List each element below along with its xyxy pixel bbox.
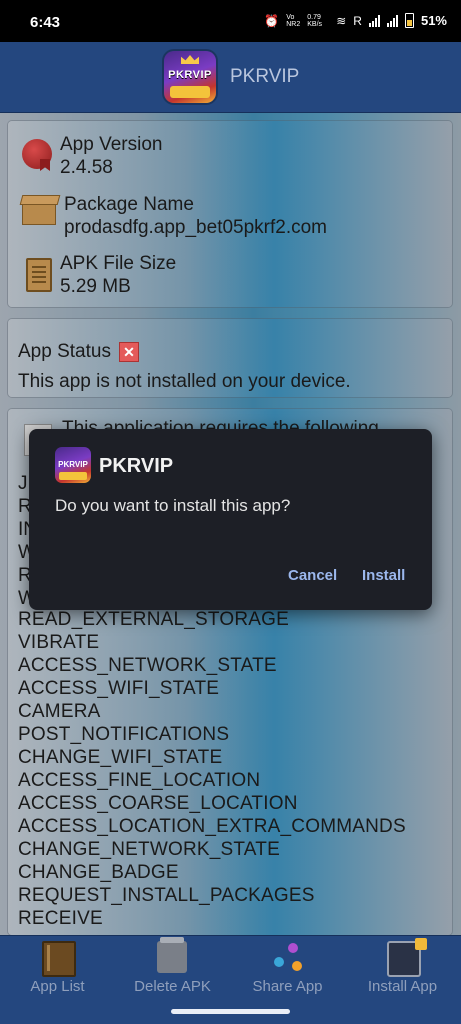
app-status-label: App Status xyxy=(18,341,111,362)
app-status-card: App Status ✕ This app is not installed o… xyxy=(8,319,452,397)
status-time: 6:43 xyxy=(30,14,61,31)
version-label: App Version xyxy=(60,134,163,155)
permission-item: CAMERA xyxy=(18,701,101,722)
app-logo-icon: PKRVIP xyxy=(164,51,216,103)
seal-icon xyxy=(22,139,52,169)
nav-delete-apk[interactable]: Delete APK xyxy=(115,936,230,1002)
size-label: APK File Size xyxy=(60,253,177,274)
coins-icon xyxy=(170,86,210,98)
permission-item: CHANGE_NETWORK_STATE xyxy=(18,839,280,860)
size-row: APK File Size 5.29 MB xyxy=(22,252,176,298)
permission-item: VIBRATE xyxy=(18,632,100,653)
nav-share-app[interactable]: Share App xyxy=(230,936,345,1002)
permission-item: RECEIVE xyxy=(18,908,103,929)
battery-percent: 51% xyxy=(420,13,447,28)
package-box-icon xyxy=(22,199,56,225)
dialog-message: Do you want to install this app? xyxy=(55,496,291,515)
cancel-button[interactable]: Cancel xyxy=(288,567,337,584)
signal-icon-2 xyxy=(386,14,398,27)
install-button[interactable]: Install xyxy=(362,567,405,584)
not-installed-icon: ✕ xyxy=(118,342,139,362)
permission-item: CHANGE_WIFI_STATE xyxy=(18,747,223,768)
bottom-nav: App List Delete APK Share App Install Ap… xyxy=(0,935,461,1002)
signal-icon xyxy=(368,14,380,27)
dialog-app-icon: PKRVIP xyxy=(55,447,91,483)
nav-app-list[interactable]: App List xyxy=(0,936,115,1002)
install-dialog: PKRVIP PKRVIP Do you want to install thi… xyxy=(29,429,432,610)
roaming-text: R xyxy=(353,13,362,28)
network-speed-text: 0.79 KB/s xyxy=(307,13,323,28)
permissions-list: READ_EXTERNAL_STORAGE VIBRATE ACCESS_NET… xyxy=(18,608,406,930)
system-nav-bar xyxy=(0,1001,461,1024)
permission-item: POST_NOTIFICATIONS xyxy=(18,724,230,745)
coins-icon xyxy=(59,472,87,480)
permission-item: ACCESS_COARSE_LOCATION xyxy=(18,793,298,814)
app-status-title: App Status ✕ xyxy=(18,341,139,363)
crown-icon xyxy=(181,55,199,64)
install-device-icon xyxy=(387,938,427,977)
app-logo-text: PKRVIP xyxy=(168,69,212,81)
home-gesture-pill[interactable] xyxy=(171,1009,290,1014)
battery-icon xyxy=(404,13,414,28)
version-value: 2.4.58 xyxy=(60,157,113,178)
permission-item: ACCESS_LOCATION_EXTRA_COMMANDS xyxy=(18,816,406,837)
app-status-message: This app is not installed on your device… xyxy=(18,371,351,392)
package-row: Package Name prodasdfg.app_bet05pkrf2.co… xyxy=(22,193,327,239)
alarm-icon: ⏰ xyxy=(264,13,280,28)
apk-file-icon xyxy=(26,258,52,292)
status-bar: 6:43 ⏰ Vo NR2 0.79 KB/s ≋ R 51% xyxy=(0,0,461,42)
version-row: App Version 2.4.58 xyxy=(22,133,162,179)
nav-install-app-label: Install App xyxy=(367,978,438,995)
permission-item: ACCESS_NETWORK_STATE xyxy=(18,655,277,676)
share-icon xyxy=(272,941,302,973)
nav-app-list-label: App List xyxy=(30,978,85,995)
nav-share-app-label: Share App xyxy=(252,978,323,995)
dialog-app-icon-text: PKRVIP xyxy=(58,460,88,469)
permission-item: ACCESS_WIFI_STATE xyxy=(18,678,220,699)
nav-delete-apk-label: Delete APK xyxy=(134,978,211,995)
status-icons: ⏰ Vo NR2 0.79 KB/s ≋ R 51% xyxy=(264,13,447,28)
wifi-icon: ≋ xyxy=(336,13,347,28)
app-info-card: App Version 2.4.58 Package Name prodasdf… xyxy=(8,121,452,307)
nav-install-app[interactable]: Install App xyxy=(345,936,460,1002)
permission-item: CHANGE_BADGE xyxy=(18,862,179,883)
package-value: prodasdfg.app_bet05pkrf2.com xyxy=(64,217,328,238)
network-type-text: Vo NR2 xyxy=(286,13,301,28)
permission-item: READ_EXTERNAL_STORAGE xyxy=(18,609,289,630)
package-label: Package Name xyxy=(64,194,194,215)
book-icon xyxy=(42,941,76,977)
app-bar: PKRVIP PKRVIP xyxy=(0,42,461,113)
app-title: PKRVIP xyxy=(230,66,300,87)
permission-item: REQUEST_INSTALL_PACKAGES xyxy=(18,885,315,906)
dialog-title: PKRVIP xyxy=(99,455,174,477)
trash-icon xyxy=(157,937,187,973)
size-value: 5.29 MB xyxy=(60,276,131,297)
permission-item: ACCESS_FINE_LOCATION xyxy=(18,770,261,791)
